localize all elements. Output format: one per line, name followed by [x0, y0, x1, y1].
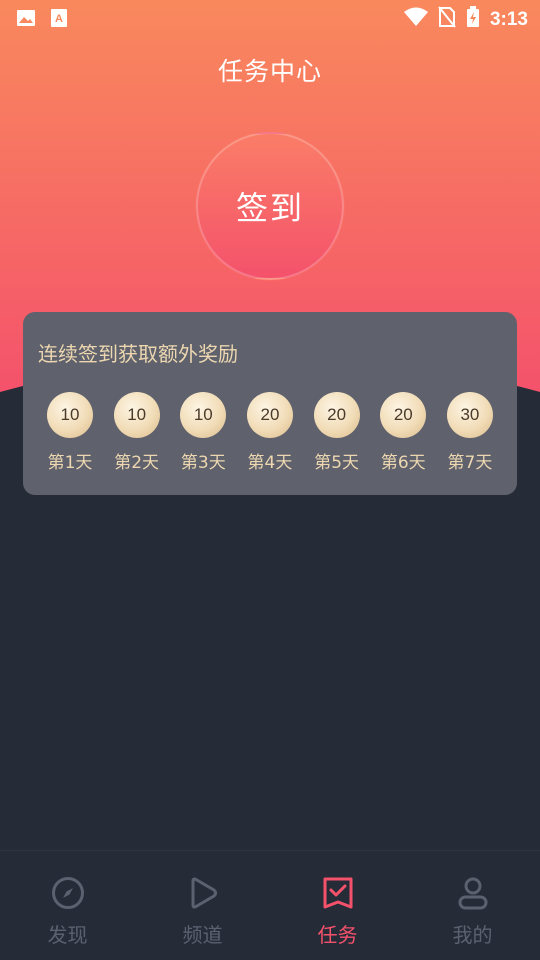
image-icon	[16, 8, 36, 33]
reward-coin: 10	[180, 392, 227, 438]
reward-day-label: 第1天	[47, 453, 93, 473]
tab-label: 频道	[182, 923, 223, 947]
checkin-button[interactable]: 签到	[196, 132, 344, 280]
battery-charging-icon	[466, 6, 480, 33]
reward-day-label: 第2天	[114, 453, 160, 473]
reward-day-label: 第6天	[380, 453, 426, 473]
checkin-label: 签到	[235, 189, 304, 227]
tab-label: 发现	[47, 923, 88, 947]
reward-day-5: 20 第5天	[304, 392, 370, 473]
no-sim-icon	[438, 6, 456, 33]
tab-label: 我的	[452, 923, 493, 947]
page-title: 任务中心	[217, 57, 322, 86]
status-time: 3:13	[489, 8, 528, 30]
compass-icon	[50, 875, 86, 915]
reward-day-label: 第7天	[447, 453, 493, 473]
reward-coin: 30	[446, 392, 493, 438]
reward-day-1: 10 第1天	[37, 392, 103, 473]
tab-channels[interactable]: 频道	[135, 851, 270, 960]
status-bar: A 3:13	[0, 0, 540, 36]
reward-day-label: 第3天	[180, 453, 226, 473]
reward-day-4: 20 第4天	[237, 392, 303, 473]
reward-day-7: 30 第7天	[437, 392, 503, 473]
reward-day-2: 10 第2天	[104, 392, 170, 473]
wifi-icon	[403, 7, 428, 32]
svg-text:A: A	[55, 13, 63, 25]
reward-day-6: 20 第6天	[370, 392, 436, 473]
reward-coin: 20	[313, 392, 360, 438]
tab-mine[interactable]: 我的	[405, 851, 540, 960]
play-icon	[185, 875, 221, 915]
reward-coin: 20	[246, 392, 293, 438]
tab-discover[interactable]: 发现	[0, 851, 135, 960]
reward-coin: 10	[47, 392, 93, 438]
reward-days: 10 第1天 10 第2天 10 第3天 20 第4天 20 第5天 20 第6…	[37, 392, 503, 473]
tab-label: 任务	[317, 923, 358, 947]
text-app-icon: A	[50, 8, 68, 33]
reward-day-label: 第4天	[247, 453, 293, 473]
bottom-tab-bar: 发现 频道 任务 我的	[0, 850, 540, 960]
reward-coin: 10	[113, 392, 160, 438]
reward-day-3: 10 第3天	[170, 392, 236, 473]
tab-tasks[interactable]: 任务	[270, 851, 405, 960]
reward-coin: 20	[380, 392, 427, 438]
task-check-icon	[320, 875, 356, 915]
reward-card-title: 连续签到获取额外奖励	[38, 342, 238, 366]
reward-day-label: 第5天	[314, 453, 360, 473]
reward-card: 连续签到获取额外奖励 10 第1天 10 第2天 10 第3天 20 第4天 2…	[23, 312, 517, 495]
user-icon	[455, 875, 491, 915]
